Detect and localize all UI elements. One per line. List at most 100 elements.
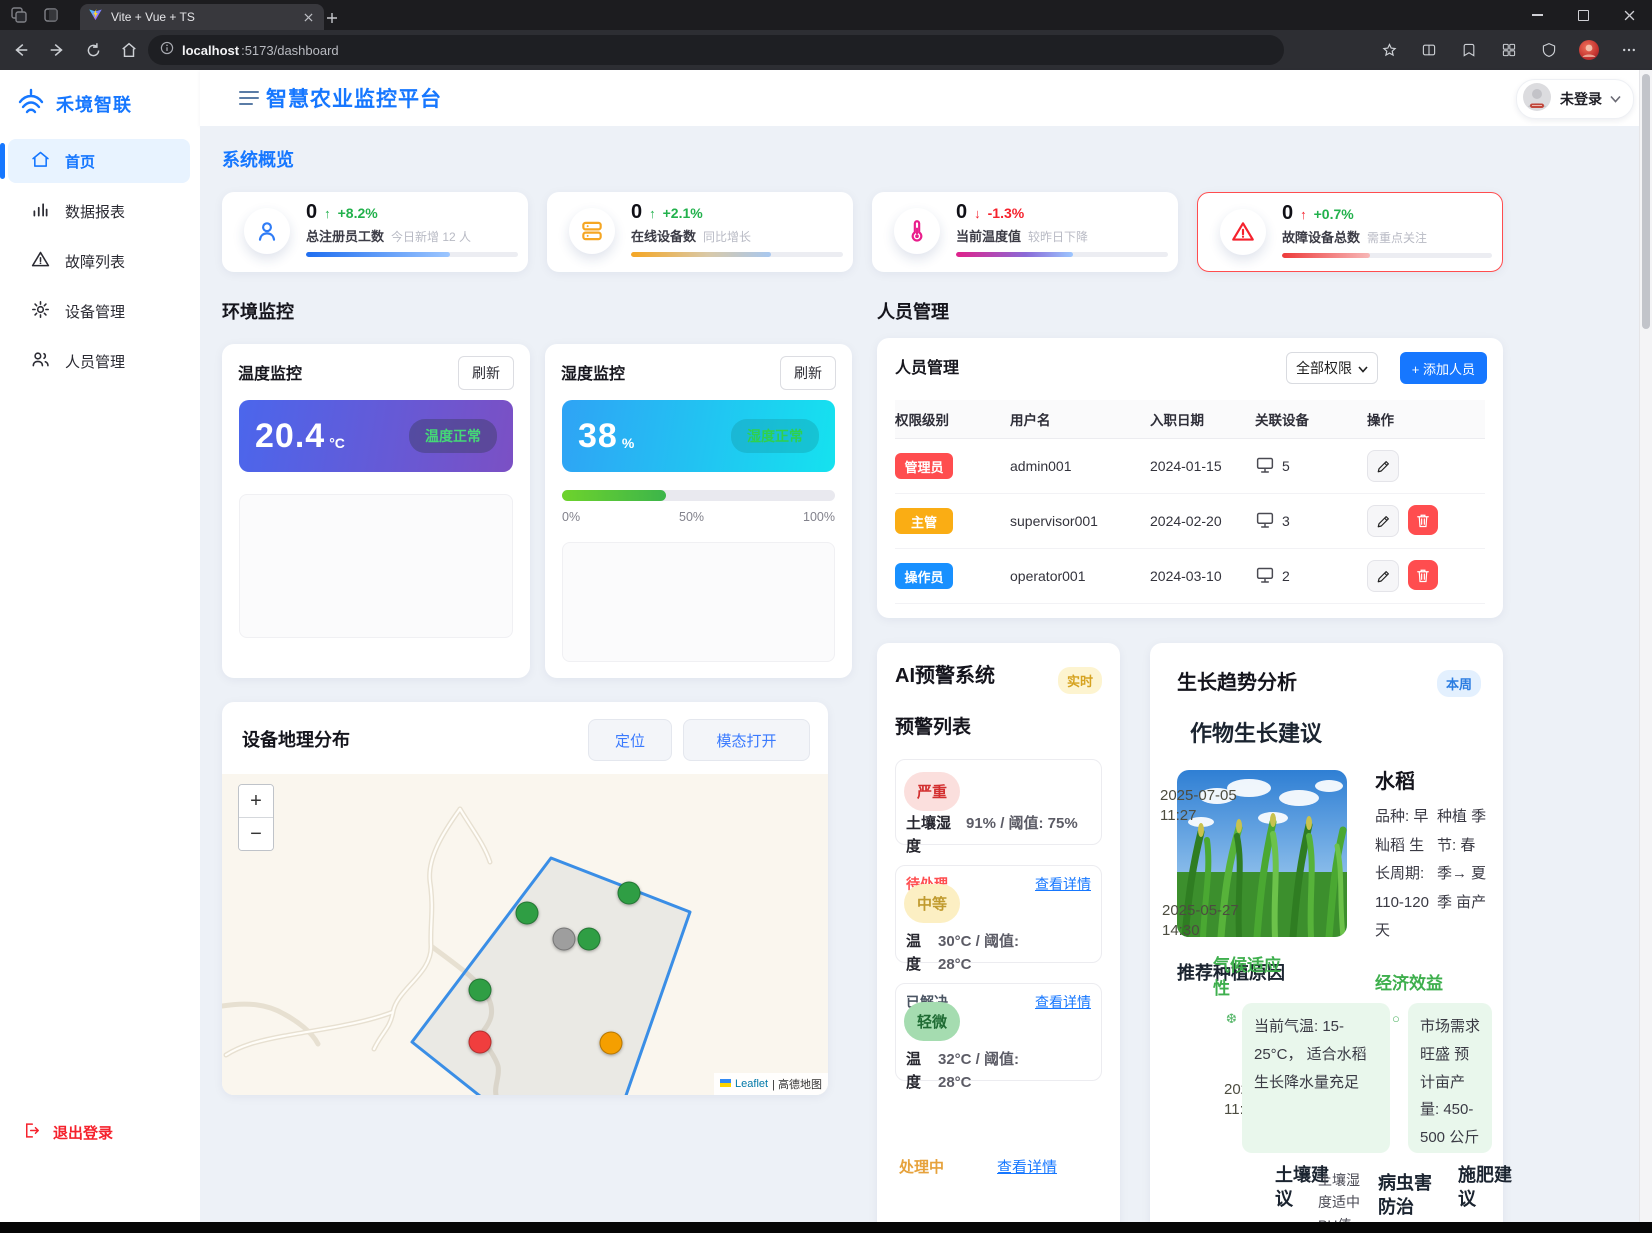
stat-progress — [306, 252, 518, 257]
username-cell: operator001 — [1010, 568, 1150, 584]
workspaces-icon[interactable] — [10, 6, 28, 24]
week-badge: 本周 — [1437, 670, 1481, 697]
logout-icon — [22, 1121, 41, 1144]
split-screen-icon[interactable] — [1414, 35, 1444, 65]
edit-button[interactable] — [1367, 560, 1399, 592]
bookmark-star-icon[interactable] — [1374, 35, 1404, 65]
economy-text: 市场需求旺盛 预计亩产量: 450-500 公斤 — [1420, 1018, 1480, 1146]
minimize-button[interactable] — [1514, 0, 1560, 30]
card-title: 设备地理分布 — [242, 726, 350, 752]
open-modal-button[interactable]: 模态打开 — [683, 719, 810, 761]
scale-label: 0% — [562, 510, 580, 524]
sidebar-item-personnel[interactable]: 人员管理 — [8, 339, 190, 383]
sidebar-item-reports[interactable]: 数据报表 — [8, 189, 190, 233]
user-label: 未登录 — [1560, 89, 1602, 109]
device-marker[interactable] — [469, 979, 492, 1002]
user-menu[interactable]: 未登录 — [1516, 79, 1634, 119]
device-marker[interactable] — [578, 928, 601, 951]
home-icon[interactable] — [114, 35, 144, 65]
view-details-link[interactable]: 查看详情 — [1035, 874, 1091, 894]
view-details-link[interactable]: 查看详情 — [997, 1156, 1057, 1177]
back-icon[interactable] — [6, 35, 36, 65]
warning-level-badge: 严重 — [904, 772, 960, 811]
window-bottom-edge — [0, 1222, 1652, 1233]
refresh-button[interactable]: 刷新 — [458, 356, 514, 390]
collections-icon[interactable] — [1494, 35, 1524, 65]
logout-button[interactable]: 退出登录 — [22, 1121, 113, 1144]
site-info-icon[interactable] — [160, 41, 174, 60]
alert-icon — [1220, 209, 1266, 255]
browser-tab[interactable]: Vite + Vue + TS — [80, 4, 324, 30]
section-title-personnel: 人员管理 — [877, 298, 949, 324]
forward-icon[interactable] — [42, 35, 72, 65]
stat-card-temperature: 0↓-1.3% 当前温度值较昨日下降 — [872, 192, 1178, 272]
maximize-button[interactable] — [1560, 0, 1606, 30]
delete-button[interactable] — [1408, 560, 1438, 590]
climate-title: 气候适应性 — [1213, 955, 1291, 1001]
menu-toggle-icon[interactable] — [238, 88, 260, 113]
app-logo: 禾境智联 — [0, 70, 200, 133]
delete-button[interactable] — [1408, 505, 1438, 535]
device-marker[interactable] — [618, 882, 641, 905]
url-path: :5173/dashboard — [241, 43, 339, 58]
warning-level-badge: 轻微 — [904, 1002, 960, 1041]
warning-item: 严重 土壤湿度 91% / 阈值: 75% — [895, 759, 1102, 845]
column-header: 权限级别 — [895, 409, 1010, 429]
browser-titlebar: Vite + Vue + TS — [0, 0, 1652, 30]
monitor-icon — [1255, 456, 1275, 477]
address-bar[interactable]: localhost :5173/dashboard — [148, 35, 1284, 65]
leaflet-map[interactable]: + − Leaflet | 高德地图 — [222, 774, 828, 1095]
thermometer-icon — [894, 208, 940, 254]
zoom-in-button[interactable]: + — [239, 785, 273, 817]
droplet-icon: ○ — [1392, 1007, 1400, 1031]
section-title-overview: 系统概览 — [222, 146, 294, 172]
scrollbar-thumb[interactable] — [1642, 74, 1650, 329]
reload-icon[interactable] — [78, 35, 108, 65]
trend-up-icon: ↑ — [324, 206, 331, 221]
sidebar-item-faults[interactable]: 故障列表 — [8, 239, 190, 283]
settings-more-icon[interactable] — [1614, 35, 1644, 65]
stat-sublabel: 今日新增 12 人 — [391, 228, 471, 245]
add-person-button[interactable]: + 添加人员 — [1400, 352, 1487, 384]
close-button[interactable] — [1606, 0, 1652, 30]
new-tab-button[interactable] — [322, 8, 342, 28]
device-marker[interactable] — [600, 1032, 623, 1055]
card-title: 人员管理 — [895, 354, 1485, 378]
username-cell: admin001 — [1010, 458, 1150, 474]
leaflet-link[interactable]: Leaflet — [735, 1078, 768, 1090]
status-badge: 湿度正常 — [731, 419, 819, 453]
table-row: 管理员 admin001 2024-01-15 5 — [895, 439, 1485, 494]
stat-card-employees: 0↑+8.2% 总注册员工数今日新增 12 人 — [222, 192, 528, 272]
device-marker[interactable] — [516, 902, 539, 925]
edit-button[interactable] — [1367, 505, 1399, 537]
people-icon — [30, 349, 51, 374]
refresh-button[interactable]: 刷新 — [780, 356, 836, 390]
device-count: 5 — [1282, 458, 1290, 474]
favorites-icon[interactable] — [1454, 35, 1484, 65]
table-row: 操作员 operator001 2024-03-10 2 — [895, 549, 1485, 604]
sidebar-item-devices[interactable]: 设备管理 — [8, 289, 190, 333]
home-icon — [30, 149, 51, 174]
device-marker[interactable] — [553, 928, 576, 951]
crop-info-column: 种植 季节: 春 季→ 夏季 亩产 — [1437, 803, 1489, 917]
tab-actions-icon[interactable] — [42, 6, 60, 24]
humidity-card: 湿度监控 刷新 38 % 湿度正常 0% 50% 100% — [545, 344, 852, 678]
browser-essentials-icon[interactable] — [1534, 35, 1564, 65]
tab-close-icon[interactable] — [300, 9, 316, 25]
stat-card-faults: 0↑+0.7% 故障设备总数需重点关注 — [1197, 192, 1503, 272]
sidebar-item-home[interactable]: 首页 — [8, 139, 190, 183]
climate-advice-box: ❆ 当前气温: 15-25°C， 适合水稻生长降水量充足 — [1242, 1003, 1390, 1153]
ai-warning-card: AI预警系统 实时 预警列表 严重 土壤湿度 91% / 阈值: 75% 待处理… — [877, 643, 1120, 1222]
profile-avatar[interactable] — [1574, 35, 1604, 65]
device-marker[interactable] — [469, 1031, 492, 1054]
view-details-link[interactable]: 查看详情 — [1035, 992, 1091, 1012]
pest-title: 病虫害防治 — [1378, 1171, 1438, 1220]
edit-button[interactable] — [1367, 450, 1399, 482]
crop-name: 水稻 — [1375, 765, 1415, 794]
stat-label: 故障设备总数 — [1282, 227, 1360, 246]
zoom-out-button[interactable]: − — [239, 817, 273, 850]
column-header: 入职日期 — [1150, 409, 1255, 429]
locate-button[interactable]: 定位 — [588, 719, 672, 761]
trend-value: +0.7% — [1314, 206, 1354, 222]
permission-filter-select[interactable]: 全部权限 — [1286, 352, 1378, 384]
